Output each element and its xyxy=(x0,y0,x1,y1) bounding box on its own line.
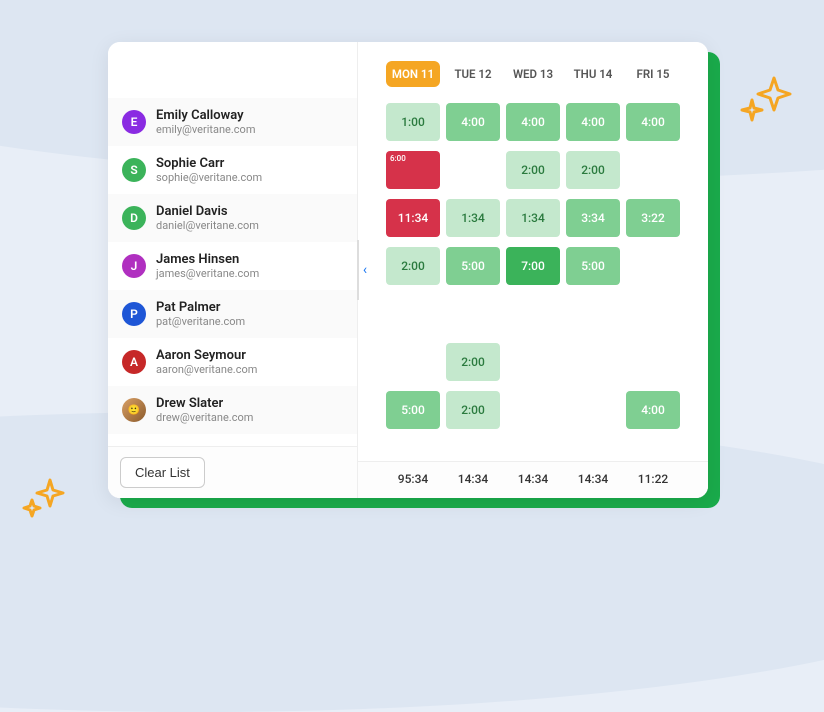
day-tab[interactable]: MON 11 xyxy=(386,61,440,87)
person-email: aaron@veritane.com xyxy=(156,363,257,376)
clear-list-button[interactable]: Clear List xyxy=(120,457,205,488)
schedule-row: 6:00 2:002:00 xyxy=(386,146,698,194)
day-tab[interactable]: TUE 12 xyxy=(446,61,500,87)
time-cell[interactable]: 1:00 xyxy=(386,103,440,141)
avatar: D xyxy=(122,206,146,230)
time-cell[interactable]: 4:00 xyxy=(446,103,500,141)
avatar: S xyxy=(122,158,146,182)
time-cell[interactable]: 2:00 xyxy=(566,151,620,189)
totals-row: 95:34 14:34 14:34 14:34 11:22 xyxy=(358,461,708,498)
time-cell[interactable]: 1:34 xyxy=(446,199,500,237)
avatar: J xyxy=(122,254,146,278)
time-cell[interactable]: 1:34 xyxy=(506,199,560,237)
time-cell[interactable]: 2:00 xyxy=(506,151,560,189)
chevron-left-icon: ‹ xyxy=(363,262,367,278)
person-name: Drew Slater xyxy=(156,396,253,412)
time-cell[interactable]: 4:00 xyxy=(506,103,560,141)
time-cell[interactable]: 11:34 xyxy=(386,199,440,237)
person-email: pat@veritane.com xyxy=(156,315,245,328)
avatar: A xyxy=(122,350,146,374)
person-row[interactable]: S Sophie Carrsophie@veritane.com xyxy=(108,146,357,194)
person-name: James Hinsen xyxy=(156,252,259,268)
avatar: P xyxy=(122,302,146,326)
person-row[interactable]: D Daniel Davisdaniel@veritane.com xyxy=(108,194,357,242)
sparkle-icon xyxy=(20,474,68,522)
column-total: 11:22 xyxy=(626,472,680,486)
person-row[interactable]: E Emily Callowayemily@veritane.com xyxy=(108,98,357,146)
time-cell[interactable]: 5:00 xyxy=(446,247,500,285)
person-name: Pat Palmer xyxy=(156,300,245,316)
time-cell[interactable]: 4:00 xyxy=(626,103,680,141)
time-cell[interactable]: 6:00 xyxy=(386,151,440,189)
person-name: Emily Calloway xyxy=(156,108,255,124)
time-cell[interactable]: 3:34 xyxy=(566,199,620,237)
people-pane: E Emily Callowayemily@veritane.com S Sophie… xyxy=(108,42,358,498)
person-name: Sophie Carr xyxy=(156,156,262,172)
time-cell[interactable]: 5:00 xyxy=(566,247,620,285)
schedule-row: 11:341:341:343:343:22 xyxy=(386,194,698,242)
schedule-row: 2:005:007:005:00 xyxy=(386,242,698,290)
person-name: Daniel Davis xyxy=(156,204,259,220)
time-cell[interactable]: 2:00 xyxy=(446,343,500,381)
column-total: 14:34 xyxy=(566,472,620,486)
day-tab[interactable]: WED 13 xyxy=(506,61,560,87)
person-email: james@veritane.com xyxy=(156,267,259,280)
person-email: drew@veritane.com xyxy=(156,411,253,424)
time-cell[interactable]: 3:22 xyxy=(626,199,680,237)
time-cell[interactable]: 4:00 xyxy=(566,103,620,141)
collapse-handle[interactable]: ‹ xyxy=(357,240,371,300)
column-total: 95:34 xyxy=(386,472,440,486)
person-row[interactable]: P Pat Palmerpat@veritane.com xyxy=(108,290,357,338)
schedule-row xyxy=(386,290,698,338)
person-row[interactable]: A Aaron Seymouraaron@veritane.com xyxy=(108,338,357,386)
person-email: emily@veritane.com xyxy=(156,123,255,136)
time-cell[interactable]: 7:00 xyxy=(506,247,560,285)
day-tab[interactable]: THU 14 xyxy=(566,61,620,87)
timesheet-card: E Emily Callowayemily@veritane.com S Sophie… xyxy=(108,42,708,498)
column-total: 14:34 xyxy=(506,472,560,486)
person-email: daniel@veritane.com xyxy=(156,219,259,232)
sparkle-icon xyxy=(738,70,794,126)
column-total: 14:34 xyxy=(446,472,500,486)
time-cell[interactable]: 2:00 xyxy=(386,247,440,285)
schedule-row: 5:002:00 4:00 xyxy=(386,386,698,434)
schedule-pane: ‹ MON 11TUE 12WED 13THU 14FRI 15 1:004:0… xyxy=(358,42,708,498)
person-name: Aaron Seymour xyxy=(156,348,257,364)
avatar: E xyxy=(122,110,146,134)
time-cell[interactable]: 4:00 xyxy=(626,391,680,429)
person-row[interactable]: 🙂 Drew Slaterdrew@veritane.com xyxy=(108,386,357,434)
avatar-photo: 🙂 xyxy=(122,398,146,422)
time-cell[interactable]: 5:00 xyxy=(386,391,440,429)
day-header: MON 11TUE 12WED 13THU 14FRI 15 xyxy=(358,42,708,98)
schedule-row: 2:00 xyxy=(386,338,698,386)
person-email: sophie@veritane.com xyxy=(156,171,262,184)
time-cell[interactable]: 2:00 xyxy=(446,391,500,429)
schedule-row: 1:004:004:004:004:00 xyxy=(386,98,698,146)
person-row[interactable]: J James Hinsenjames@veritane.com xyxy=(108,242,357,290)
day-tab[interactable]: FRI 15 xyxy=(626,61,680,87)
